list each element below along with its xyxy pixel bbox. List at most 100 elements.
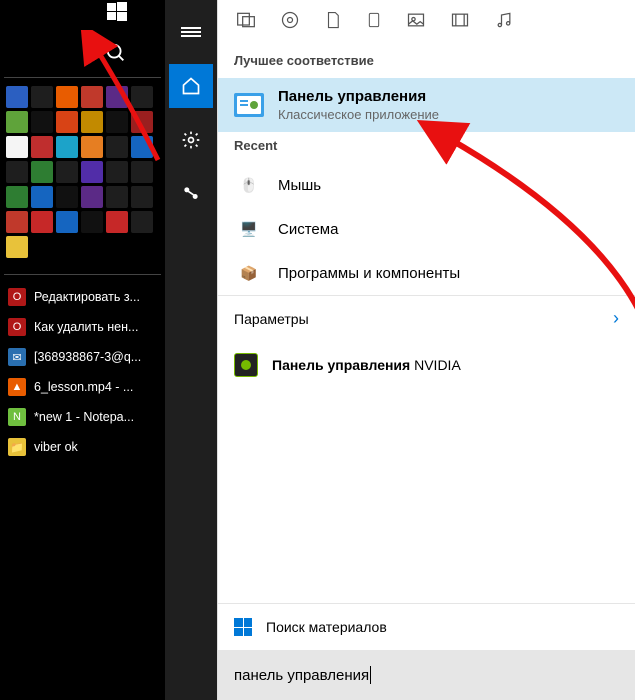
taskbar-tile[interactable] [106,86,128,108]
taskbar-tile[interactable] [6,111,28,133]
result-recent-mouse[interactable]: 🖱️ Мышь [218,163,635,207]
taskbar-tile[interactable] [56,136,78,158]
taskbar-tile[interactable] [81,186,103,208]
hamburger-icon[interactable] [169,10,213,54]
filter-music-icon[interactable] [494,10,514,33]
settings-gear-icon[interactable] [169,118,213,162]
filter-web-icon[interactable] [366,10,382,33]
taskbar-tile[interactable] [56,161,78,183]
share-icon[interactable] [169,172,213,216]
taskbar-tile[interactable] [131,211,153,233]
parameters-row[interactable]: Параметры › [218,295,635,341]
taskbar-open-windows: O Редактировать з... O Как удалить нен... ✉ [… [4,281,161,459]
filter-photos-icon[interactable] [406,10,426,33]
taskbar-tile[interactable] [106,161,128,183]
programs-icon: 📦 [234,261,264,285]
taskbar-tile[interactable] [6,186,28,208]
parameters-label: Параметры [234,311,309,327]
app-icon: 📁 [8,438,26,456]
taskbar-search-icon[interactable] [105,42,127,67]
result-title: Панель управления [278,88,439,105]
best-match-label: Лучшее соответствие [218,47,635,78]
taskbar-tile[interactable] [6,211,28,233]
taskbar-window-item[interactable]: ▲6_lesson.mp4 - ... [6,375,161,399]
taskbar-tile[interactable] [56,111,78,133]
taskbar-tile[interactable] [106,186,128,208]
taskbar-tile[interactable] [6,86,28,108]
taskbar-tile[interactable] [31,161,53,183]
taskbar-tile[interactable] [131,136,153,158]
result-title: Программы и компоненты [278,265,460,282]
search-query-text: панель управления [234,667,369,684]
app-icon: O [8,318,26,336]
taskbar-tile[interactable] [31,111,53,133]
taskbar-tile[interactable] [81,161,103,183]
taskbar-tile[interactable] [81,211,103,233]
app-icon: O [8,288,26,306]
taskbar-tile[interactable] [6,161,28,183]
result-best-match[interactable]: Панель управления Классическое приложени… [218,78,635,132]
taskbar-tile[interactable] [81,86,103,108]
window-title: [368938867-3@q... [34,350,141,364]
taskbar-window-item[interactable]: O Как удалить нен... [6,315,161,339]
taskbar-tile[interactable] [6,136,28,158]
taskbar-tile[interactable] [31,186,53,208]
nvidia-rest: NVIDIA [410,357,461,373]
search-input[interactable]: панель управления [218,650,635,700]
taskbar-window-item[interactable]: N *new 1 - Notepa... [6,405,161,429]
taskbar-tile[interactable] [81,111,103,133]
app-icon: ✉ [8,348,26,366]
taskbar-tile[interactable] [106,211,128,233]
result-title: Мышь [278,177,321,194]
window-title: viber ok [34,440,78,454]
taskbar-tile[interactable] [31,86,53,108]
filter-documents-icon[interactable] [324,10,342,33]
filter-videos-icon[interactable] [450,10,470,33]
taskbar-tile[interactable] [56,186,78,208]
taskbar-tile[interactable] [131,111,153,133]
store-search-row[interactable]: Поиск материалов [218,603,635,650]
result-recent-programs[interactable]: 📦 Программы и компоненты [218,251,635,295]
store-label: Поиск материалов [266,619,387,635]
taskbar-window-item[interactable]: 📁 viber ok [6,435,161,459]
result-title: Система [278,221,338,238]
taskbar-tile-grid [4,84,161,264]
taskbar-tile[interactable] [56,86,78,108]
nvidia-bold: Панель управления [272,357,410,373]
nvidia-icon [234,353,258,377]
chevron-right-icon: › [613,308,619,329]
app-icon: ▲ [8,378,26,396]
mouse-icon: 🖱️ [234,173,264,197]
taskbar-tile[interactable] [131,86,153,108]
taskbar-tile[interactable] [31,211,53,233]
result-recent-system[interactable]: 🖥️ Система [218,207,635,251]
taskbar-tile[interactable] [106,136,128,158]
result-nvidia[interactable]: Панель управления NVIDIA [218,341,635,389]
window-title: Редактировать з... [34,290,140,304]
home-icon[interactable] [169,64,213,108]
taskbar-window-item[interactable]: ✉ [368938867-3@q... [6,345,161,369]
recent-label: Recent [218,132,635,163]
app-icon: N [8,408,26,426]
result-subtitle: Классическое приложение [278,107,439,122]
divider [4,274,161,275]
taskbar-tile[interactable] [131,161,153,183]
control-panel-icon [234,93,264,117]
taskbar-tile[interactable] [81,136,103,158]
taskbar: O Редактировать з... O Как удалить нен... ✉ [… [0,0,165,700]
filter-apps-icon[interactable] [236,10,256,33]
taskbar-tile[interactable] [106,111,128,133]
taskbar-window-item[interactable]: O Редактировать з... [6,285,161,309]
taskbar-tile[interactable] [131,186,153,208]
divider [4,77,161,78]
windows-start-icon[interactable] [107,2,127,28]
taskbar-tile[interactable] [56,211,78,233]
search-results-panel: Лучшее соответствие Панель управления Кл… [217,0,635,700]
window-title: Как удалить нен... [34,320,138,334]
filter-row [218,0,635,47]
window-title: *new 1 - Notepa... [34,410,134,424]
taskbar-tile[interactable] [31,136,53,158]
windows-logo-icon [234,618,252,636]
taskbar-tile[interactable] [6,236,28,258]
filter-settings-icon[interactable] [280,10,300,33]
